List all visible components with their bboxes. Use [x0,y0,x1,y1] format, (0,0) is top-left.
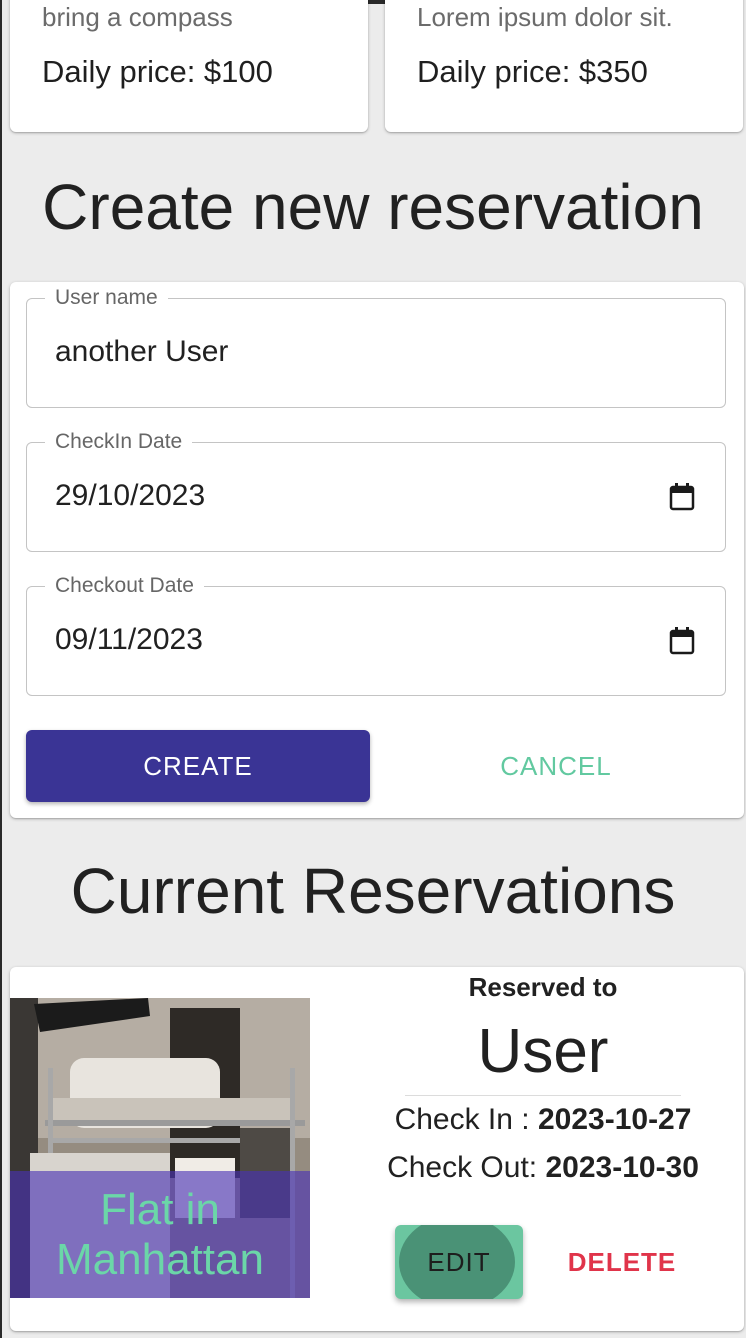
checkout-date-input[interactable]: 09/11/2023 [55,623,203,657]
delete-button[interactable]: DELETE [542,1225,702,1299]
current-reservations-title: Current Reservations [70,855,676,927]
check-in-line: Check In : 2023-10-27 [340,1103,746,1137]
property-description: bring a compass [42,2,233,32]
property-price: Daily price: $350 [417,54,648,89]
property-name-overlay: Flat in Manhattan [10,1171,310,1298]
property-card[interactable]: Lorem ipsum dolor sit. Daily price: $350 [385,0,743,132]
property-card[interactable]: bring a compass Daily price: $100 [10,0,368,132]
check-out-line: Check Out: 2023-10-30 [340,1151,746,1185]
property-name: Flat in Manhattan [56,1184,264,1284]
property-description: Lorem ipsum dolor sit. [417,2,673,32]
user-name-label: User name [45,285,168,311]
calendar-icon[interactable] [669,627,695,655]
check-out-label: Check Out: [387,1151,546,1184]
property-photo: Flat in Manhattan [10,998,310,1298]
checkout-date-field[interactable]: Checkout Date 09/11/2023 [26,573,726,696]
checkin-date-field[interactable]: CheckIn Date 29/10/2023 [26,429,726,552]
checkin-date-input[interactable]: 29/10/2023 [55,479,205,513]
create-button[interactable]: CREATE [26,730,370,802]
check-in-value: 2023-10-27 [537,1103,692,1136]
reserved-to-label: Reserved to [468,972,618,1002]
check-out-value: 2023-10-30 [545,1151,699,1184]
divider [405,1095,681,1096]
check-in-label: Check In : [394,1103,538,1136]
edit-button[interactable]: EDIT [395,1225,523,1299]
user-name-field[interactable]: User name another User [26,285,726,408]
checkin-date-label: CheckIn Date [45,429,193,455]
calendar-icon[interactable] [669,483,695,511]
checkout-date-label: Checkout Date [45,573,204,599]
create-reservation-title: Create new reservation [42,171,704,243]
user-name-input[interactable]: another User [55,335,228,369]
reserved-user-name: User [477,1017,609,1086]
cancel-button[interactable]: CANCEL [384,730,728,802]
edit-button-label: EDIT [427,1246,491,1277]
property-price: Daily price: $100 [42,54,273,89]
